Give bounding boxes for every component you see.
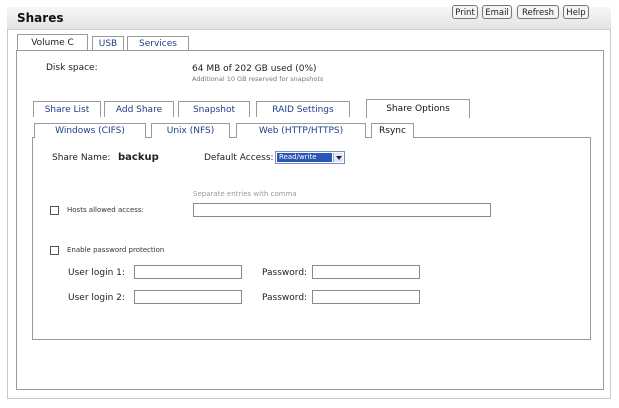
- user-login-2-label: User login 2:: [68, 293, 125, 303]
- tab-unix-nfs[interactable]: Unix (NFS): [151, 123, 230, 138]
- share-name-label: Share Name:: [52, 153, 111, 163]
- tab-volume-c[interactable]: Volume C: [17, 34, 88, 50]
- default-access-select[interactable]: Read/write: [275, 151, 345, 164]
- user-login-1-label: User login 1:: [68, 268, 125, 278]
- share-name-value: backup: [118, 152, 159, 163]
- protocol-panel: [32, 137, 591, 340]
- snapshot-reserve-note: Additional 10 GB reserved for snapshots: [192, 75, 324, 83]
- user-login-1-input[interactable]: [134, 265, 242, 279]
- tab-services[interactable]: Services: [127, 36, 189, 50]
- password-1-label: Password:: [262, 268, 308, 278]
- default-access-value: Read/write: [277, 153, 332, 162]
- tab-share-options[interactable]: Share Options: [366, 99, 470, 118]
- password-2-label: Password:: [262, 293, 308, 303]
- password-1-input[interactable]: [312, 265, 420, 279]
- chevron-down-icon: [333, 153, 343, 162]
- tab-share-list[interactable]: Share List: [33, 101, 101, 117]
- password-protection-checkbox[interactable]: [50, 246, 59, 255]
- password-2-input[interactable]: [312, 290, 420, 304]
- disk-space-value: 64 MB of 202 GB used (0%): [192, 64, 317, 74]
- print-button[interactable]: Print: [452, 5, 478, 19]
- tab-usb[interactable]: USB: [92, 36, 124, 50]
- default-access-label: Default Access:: [204, 153, 274, 163]
- tab-web-http-https[interactable]: Web (HTTP/HTTPS): [236, 123, 366, 138]
- refresh-button[interactable]: Refresh: [517, 5, 559, 19]
- tab-snapshot[interactable]: Snapshot: [178, 101, 250, 117]
- tab-windows-cifs[interactable]: Windows (CIFS): [34, 123, 146, 138]
- hosts-allowed-label: Hosts allowed access:: [67, 206, 144, 214]
- email-button[interactable]: Email: [482, 5, 512, 19]
- hosts-hint: Separate entries with comma: [193, 190, 297, 198]
- hosts-allowed-input[interactable]: [193, 203, 491, 217]
- tab-raid-settings[interactable]: RAID Settings: [256, 101, 350, 117]
- page-title: Shares: [17, 11, 64, 25]
- disk-space-label: Disk space:: [46, 63, 98, 73]
- tab-add-share[interactable]: Add Share: [104, 101, 174, 117]
- tab-rsync[interactable]: Rsync: [371, 123, 414, 138]
- help-button[interactable]: Help: [563, 5, 589, 19]
- user-login-2-input[interactable]: [134, 290, 242, 304]
- hosts-allowed-checkbox[interactable]: [50, 206, 59, 215]
- password-protection-label: Enable password protection: [67, 246, 165, 254]
